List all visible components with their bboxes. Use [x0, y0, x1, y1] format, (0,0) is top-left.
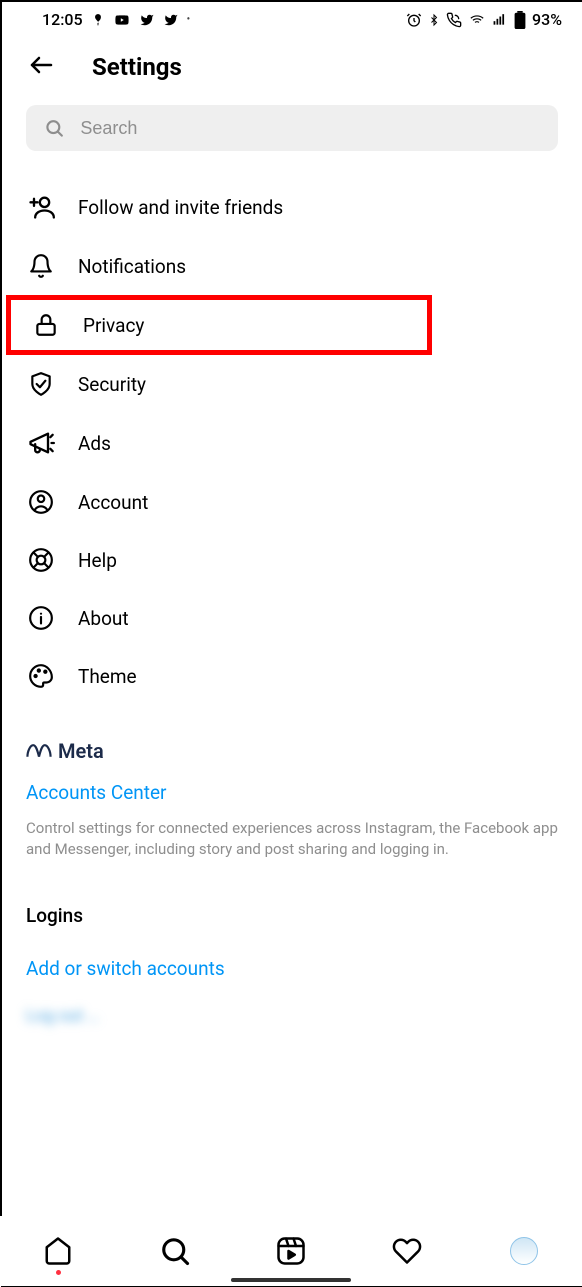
item-about[interactable]: About — [2, 589, 582, 647]
meta-logo: Meta — [26, 739, 558, 763]
info-icon — [28, 605, 54, 631]
item-label: Notifications — [78, 255, 186, 278]
add-switch-accounts-link[interactable]: Add or switch accounts — [2, 937, 582, 986]
item-label: About — [78, 607, 129, 630]
avatar-icon — [510, 1237, 538, 1265]
nav-profile[interactable] — [502, 1229, 546, 1273]
home-icon — [43, 1236, 73, 1266]
nav-search[interactable] — [153, 1229, 197, 1273]
lock-icon — [33, 312, 59, 338]
bottom-nav — [0, 1216, 582, 1286]
item-label: Security — [78, 373, 146, 396]
twitter-icon-2 — [163, 13, 179, 27]
nav-reels[interactable] — [269, 1229, 313, 1273]
item-ads[interactable]: Ads — [2, 413, 582, 473]
header: Settings — [2, 33, 582, 105]
palette-icon — [28, 663, 54, 689]
nav-dot — [56, 1270, 61, 1275]
user-plus-icon — [27, 193, 55, 221]
bell-icon — [28, 253, 54, 279]
status-time: 12:05 — [42, 10, 83, 29]
nav-activity[interactable] — [385, 1229, 429, 1273]
youtube-icon — [113, 13, 131, 27]
gesture-handle — [231, 1278, 351, 1282]
item-label: Theme — [78, 665, 137, 688]
logins-title: Logins — [2, 880, 582, 937]
item-security[interactable]: Security — [2, 355, 582, 413]
accounts-center-link[interactable]: Accounts Center — [2, 769, 582, 810]
wifi-icon — [468, 13, 486, 27]
settings-list: Follow and invite friends Notifications … — [2, 171, 582, 711]
search-icon — [44, 117, 64, 139]
status-bar: 12:05 • 93% — [2, 2, 582, 33]
call-icon — [446, 12, 462, 28]
item-label: Ads — [78, 432, 111, 455]
item-help[interactable]: Help — [2, 531, 582, 589]
item-privacy[interactable]: Privacy — [6, 295, 432, 355]
item-notifications[interactable]: Notifications — [2, 237, 582, 295]
item-account[interactable]: Account — [2, 473, 582, 531]
megaphone-icon — [27, 429, 55, 457]
alarm-icon — [406, 12, 422, 28]
bluetooth-icon — [428, 12, 440, 28]
meta-icon — [26, 742, 52, 760]
item-label: Help — [78, 549, 117, 572]
meta-section: Meta — [2, 711, 582, 769]
item-label: Privacy — [83, 314, 144, 337]
back-button[interactable] — [26, 53, 56, 81]
item-label: Account — [78, 491, 148, 514]
nav-home[interactable] — [36, 1229, 80, 1273]
accounts-center-description: Control settings for connected experienc… — [2, 810, 582, 880]
status-left: 12:05 • — [42, 10, 190, 29]
status-right: 93% — [406, 10, 562, 29]
battery-icon — [514, 11, 526, 29]
twitter-icon — [139, 13, 155, 27]
user-circle-icon — [28, 489, 54, 515]
heart-icon — [392, 1236, 422, 1266]
page-title: Settings — [92, 53, 182, 81]
meta-brand: Meta — [58, 739, 104, 763]
arrow-left-icon — [26, 53, 56, 77]
item-follow-invite[interactable]: Follow and invite friends — [2, 177, 582, 237]
battery-percent: 93% — [532, 10, 562, 29]
item-theme[interactable]: Theme — [2, 647, 582, 705]
search-nav-icon — [160, 1236, 190, 1266]
logout-link[interactable]: Log out … — [2, 986, 582, 1040]
search-bar[interactable] — [26, 105, 558, 151]
reels-icon — [276, 1236, 306, 1266]
signal-icon — [492, 13, 508, 27]
swiggy-icon — [91, 12, 105, 28]
more-dot: • — [187, 14, 191, 25]
lifebuoy-icon — [28, 547, 54, 573]
search-input[interactable] — [80, 118, 540, 139]
item-label: Follow and invite friends — [78, 196, 283, 219]
shield-icon — [28, 371, 54, 397]
